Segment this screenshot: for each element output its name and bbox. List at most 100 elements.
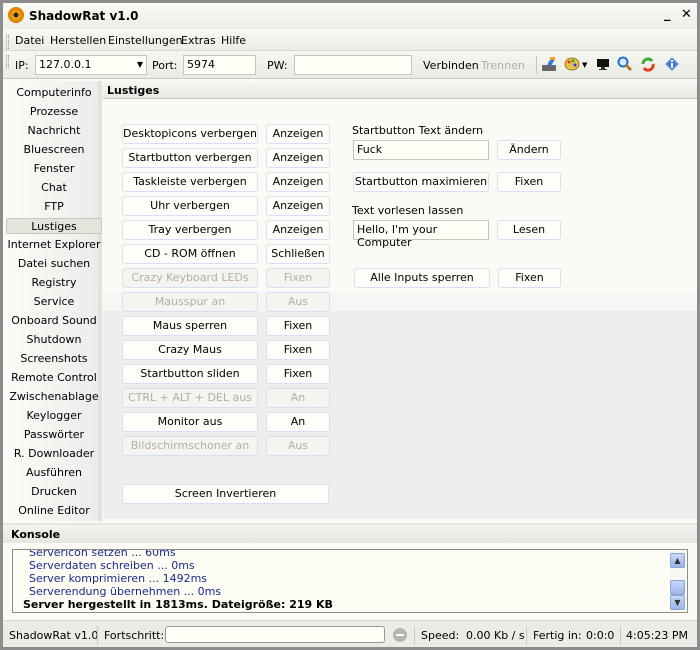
action-button[interactable]: Tray verbergen — [122, 220, 258, 240]
sidebar-item-onboard-sound[interactable]: Onboard Sound — [6, 313, 102, 329]
sidebar-item-online-editor[interactable]: Online Editor — [6, 503, 102, 519]
info-icon[interactable] — [664, 56, 680, 72]
connect-button[interactable]: Verbinden — [423, 59, 479, 72]
console-scrollbar[interactable]: ▲ ▼ — [670, 551, 686, 611]
refresh-icon[interactable] — [640, 56, 656, 72]
console-line: Servericon setzen ... 60ms — [29, 549, 176, 559]
speed-value: 0.00 Kb / s — [466, 629, 525, 642]
sidebar-item-shutdown[interactable]: Shutdown — [6, 332, 102, 348]
action-button[interactable]: Monitor aus — [122, 412, 258, 432]
sidebar-item-bluescreen[interactable]: Bluescreen — [6, 142, 102, 158]
sidebar-item-screenshots[interactable]: Screenshots — [6, 351, 102, 367]
sidebar-item-r-downloader[interactable]: R. Downloader — [6, 446, 102, 462]
menu-einstellungen[interactable]: Einstellungen — [108, 34, 183, 47]
action-button[interactable]: Maus sperren — [122, 316, 258, 336]
action-button[interactable]: Crazy Keyboard LEDs — [122, 268, 258, 288]
port-input[interactable]: 5974 — [183, 55, 256, 75]
menu-grip[interactable] — [6, 35, 9, 49]
lock-inputs-fix-button[interactable]: Fixen — [498, 268, 561, 288]
status-separator — [97, 626, 98, 644]
startbutton-maximize-fix-button[interactable]: Fixen — [497, 172, 561, 192]
menu-hilfe[interactable]: Hilfe — [221, 34, 246, 47]
minimize-button[interactable]: _ — [664, 7, 671, 22]
action-button[interactable]: Mausspur an — [122, 292, 258, 312]
undo-button[interactable]: Anzeigen — [266, 124, 330, 144]
sidebar-item-datei-suchen[interactable]: Datei suchen — [6, 256, 102, 272]
action-button[interactable]: CD - ROM öffnen — [122, 244, 258, 264]
disconnect-button[interactable]: Trennen — [481, 59, 525, 72]
scroll-up-icon[interactable]: ▲ — [670, 553, 685, 568]
close-button[interactable]: ✕ — [681, 7, 692, 22]
sidebar-item-keylogger[interactable]: Keylogger — [6, 408, 102, 424]
pw-label: PW: — [267, 59, 288, 72]
action-button[interactable]: Uhr verbergen — [122, 196, 258, 216]
startbutton-text-label: Startbutton Text ändern — [352, 124, 484, 137]
undo-button[interactable]: Anzeigen — [266, 148, 330, 168]
console-line: Server komprimieren ... 1492ms — [29, 572, 208, 585]
undo-button[interactable]: Fixen — [266, 316, 330, 336]
title-bar: ShadowRat v1.0 _ ✕ — [3, 3, 697, 29]
sidebar-item-internet-explorer[interactable]: Internet Explorer — [6, 237, 102, 253]
startbutton-text-input[interactable]: Fuck — [353, 140, 489, 160]
action-button[interactable]: Startbutton verbergen — [122, 148, 258, 168]
sidebar-item-prozesse[interactable]: Prozesse — [6, 104, 102, 120]
undo-button[interactable]: Schließen — [266, 244, 330, 264]
sidebar-item-registry[interactable]: Registry — [6, 275, 102, 291]
console-line: Serverendung übernehmen ... 0ms — [29, 585, 222, 598]
undo-button[interactable]: Fixen — [266, 268, 330, 288]
undo-button[interactable]: Aus — [266, 292, 330, 312]
undo-button[interactable]: Fixen — [266, 340, 330, 360]
sidebar-item-remote-control[interactable]: Remote Control — [6, 370, 102, 386]
scroll-down-icon[interactable]: ▼ — [670, 595, 685, 610]
sidebar-item-service[interactable]: Service — [6, 294, 102, 310]
undo-button[interactable]: Aus — [266, 436, 330, 456]
sidebar-item-zwischenablage[interactable]: Zwischenablage — [6, 389, 102, 405]
undo-button[interactable]: An — [266, 412, 330, 432]
console-log[interactable]: Servericon setzen ... 60ms Serverdaten s… — [12, 549, 688, 613]
action-button[interactable]: CTRL + ALT + DEL aus — [122, 388, 258, 408]
undo-button[interactable]: Anzeigen — [266, 196, 330, 216]
menu-datei[interactable]: Datei — [15, 34, 44, 47]
ip-combobox[interactable]: 127.0.0.1 — [35, 55, 147, 75]
build-server-icon[interactable] — [541, 56, 557, 72]
toolbar-separator — [536, 56, 537, 74]
sidebar-item-fenster[interactable]: Fenster — [6, 161, 102, 177]
port-label: Port: — [152, 59, 178, 72]
sidebar-item-nachricht[interactable]: Nachricht — [6, 123, 102, 139]
monitor-icon[interactable] — [595, 56, 611, 72]
sidebar-item-computerinfo[interactable]: Computerinfo — [6, 85, 102, 101]
search-icon[interactable] — [617, 56, 633, 72]
menu-extras[interactable]: Extras — [181, 34, 216, 47]
undo-button[interactable]: Anzeigen — [266, 220, 330, 240]
action-button[interactable]: Bildschirmschoner an — [122, 436, 258, 456]
sidebar-item-ausführen[interactable]: Ausführen — [6, 465, 102, 481]
undo-button[interactable]: Fixen — [266, 364, 330, 384]
lock-inputs-button[interactable]: Alle Inputs sperren — [354, 268, 490, 288]
action-button[interactable]: Desktopicons verbergen — [122, 124, 258, 144]
toolbar-grip[interactable] — [6, 55, 9, 69]
chevron-down-icon[interactable]: ▼ — [134, 56, 146, 74]
stop-icon[interactable] — [393, 628, 407, 642]
speak-button[interactable]: Lesen — [497, 220, 561, 240]
action-button[interactable]: Startbutton sliden — [122, 364, 258, 384]
eta-label: Fertig in: — [533, 629, 582, 642]
sidebar-item-drucken[interactable]: Drucken — [6, 484, 102, 500]
action-button[interactable]: Crazy Maus — [122, 340, 258, 360]
menu-bar: Datei Herstellen Einstellungen Extras Hi… — [3, 31, 697, 51]
sidebar-item-lustiges[interactable]: Lustiges — [6, 218, 102, 234]
startbutton-text-apply-button[interactable]: Ändern — [497, 140, 561, 160]
menu-herstellen[interactable]: Herstellen — [50, 34, 106, 47]
sidebar-item-passwörter[interactable]: Passwörter — [6, 427, 102, 443]
startbutton-maximize-button[interactable]: Startbutton maximieren — [353, 172, 489, 192]
screen-invert-button[interactable]: Screen Invertieren — [122, 484, 329, 504]
password-input[interactable] — [294, 55, 412, 75]
chevron-down-icon[interactable]: ▼ — [582, 61, 590, 77]
skin-palette-icon[interactable] — [564, 56, 580, 72]
sidebar-item-chat[interactable]: Chat — [6, 180, 102, 196]
action-button[interactable]: Taskleiste verbergen — [122, 172, 258, 192]
scroll-thumb[interactable] — [670, 580, 685, 595]
sidebar-item-ftp[interactable]: FTP — [6, 199, 102, 215]
undo-button[interactable]: Anzeigen — [266, 172, 330, 192]
undo-button[interactable]: An — [266, 388, 330, 408]
speak-text-input[interactable]: Hello, I'm your Computer — [353, 220, 489, 249]
